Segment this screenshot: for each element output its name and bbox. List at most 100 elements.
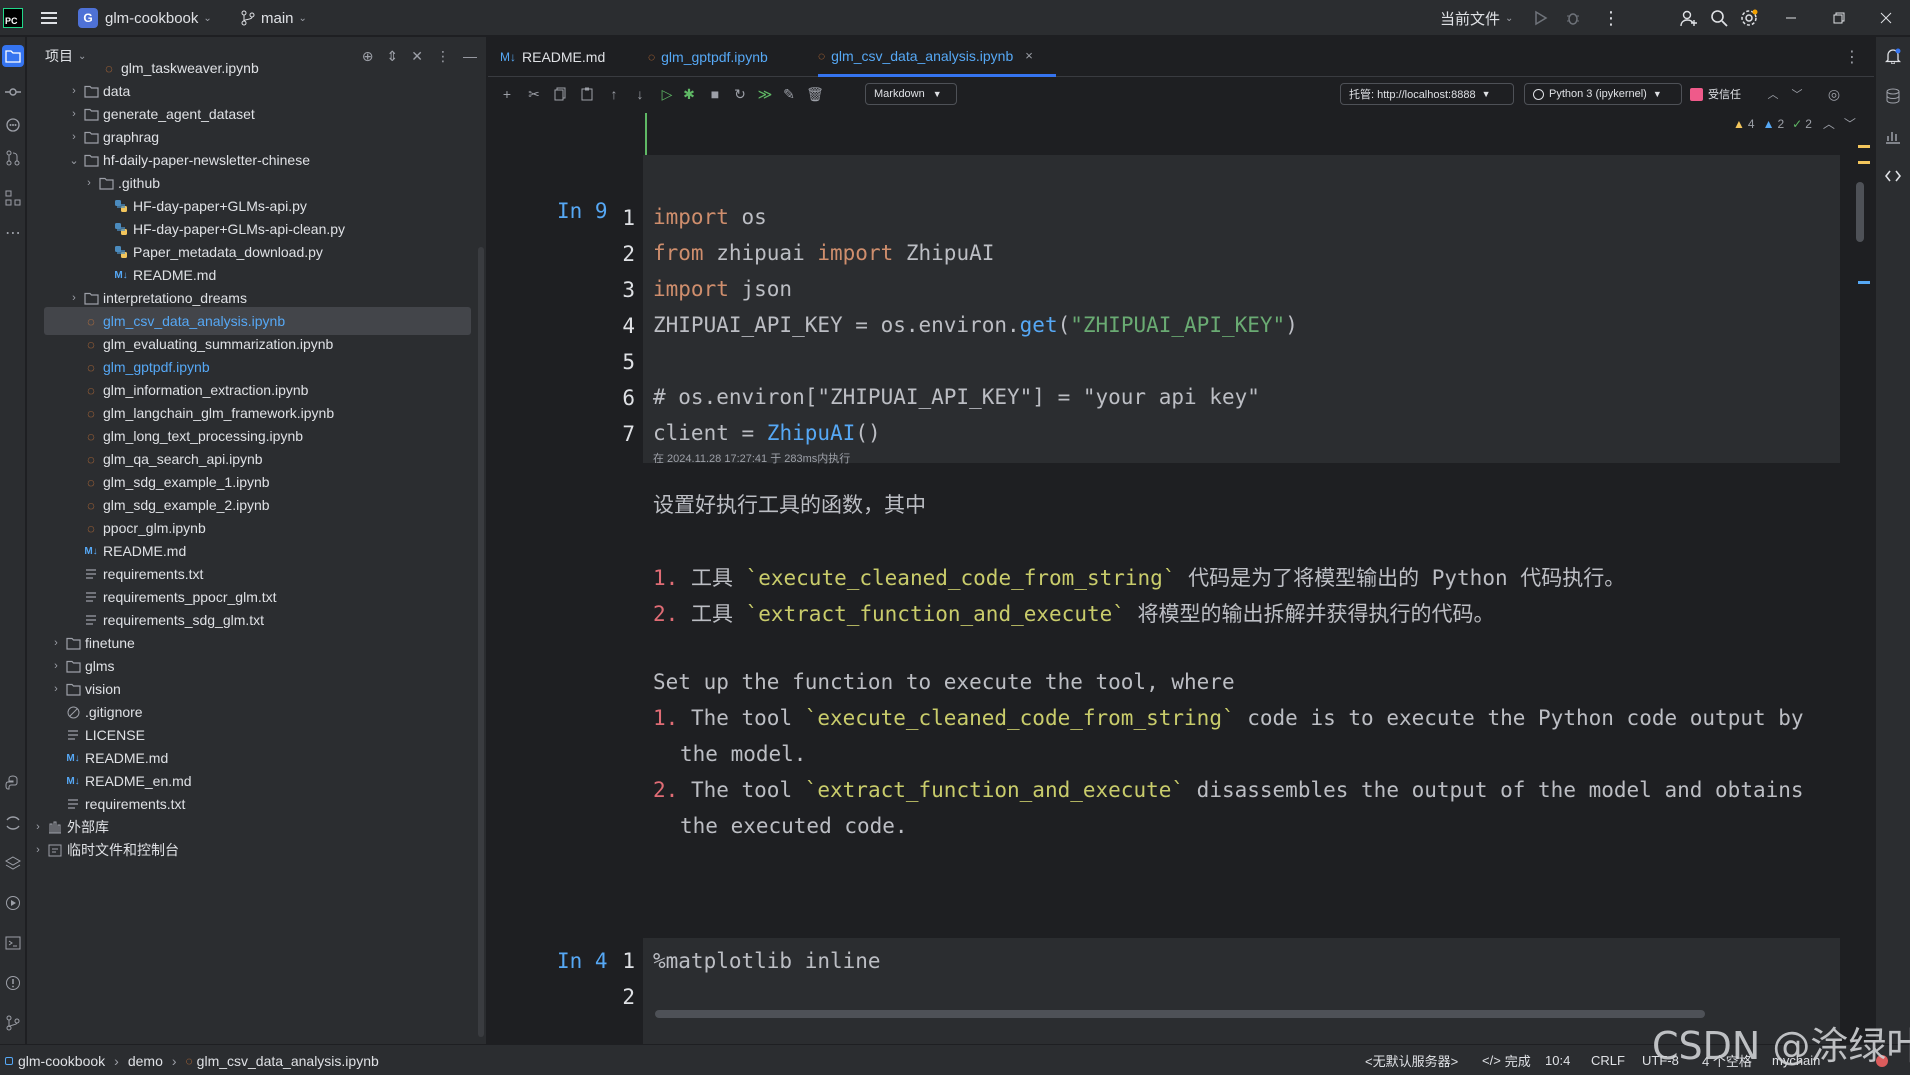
trusted-indicator[interactable]: 受信任: [1690, 86, 1741, 102]
database-button[interactable]: [1882, 85, 1904, 107]
run-all-icon[interactable]: ≫: [756, 85, 774, 103]
horizontal-scrollbar[interactable]: [655, 1010, 1705, 1018]
more-actions-button[interactable]: ⋮: [1602, 0, 1620, 36]
services-tool-button[interactable]: [2, 892, 24, 914]
code-brackets-icon: [1885, 170, 1901, 182]
chevron-right-icon[interactable]: ›: [49, 683, 63, 695]
inspection-widget[interactable]: ▲ 4 ▲ 2 ✓ 2 ︿ ﹀: [1733, 115, 1856, 132]
run-config-selector[interactable]: 当前文件 ⌄: [1440, 0, 1513, 36]
trusted-icon: [1690, 87, 1703, 101]
pull-requests-tool-button[interactable]: [2, 147, 24, 169]
jupyter-server-select[interactable]: 托管: http://localhost:8888 ▼: [1340, 83, 1514, 105]
chevron-right-icon[interactable]: ›: [49, 660, 63, 672]
clear-outputs-icon[interactable]: ✎: [780, 85, 798, 103]
paste-icon[interactable]: [578, 85, 596, 103]
stop-icon[interactable]: ■: [706, 85, 724, 103]
debug-button[interactable]: [1565, 0, 1581, 36]
breadcrumb-project[interactable]: glm-cookbook: [18, 1053, 105, 1069]
chevron-right-icon[interactable]: ›: [67, 108, 81, 120]
chevron-right-icon[interactable]: ›: [31, 821, 45, 833]
warning-marker[interactable]: [1858, 145, 1870, 148]
line-number: 3: [622, 278, 635, 302]
more-tools-button[interactable]: ⋯: [2, 222, 24, 244]
plugins-tool-button[interactable]: [2, 114, 24, 136]
cell-type-select[interactable]: Markdown ▼: [865, 83, 957, 105]
branch-switcher[interactable]: main ⌄: [240, 0, 307, 36]
run-cell-icon[interactable]: ▷: [658, 85, 676, 103]
chevron-right-icon[interactable]: ›: [67, 131, 81, 143]
layers-tool-button[interactable]: [2, 852, 24, 874]
globe-icon[interactable]: ◎: [1825, 85, 1843, 103]
chevron-up-icon[interactable]: ︿: [1823, 115, 1835, 132]
move-down-icon[interactable]: ↓: [631, 85, 649, 103]
problems-tool-button[interactable]: [2, 972, 24, 994]
kernel-select[interactable]: Python 3 (ipykernel) ▼: [1524, 83, 1682, 105]
add-user-button[interactable]: [1680, 0, 1698, 36]
add-cell-icon[interactable]: +: [498, 85, 516, 103]
commit-icon: [5, 88, 21, 96]
notebook-icon: ◌: [648, 50, 656, 64]
chevron-right-icon[interactable]: ›: [49, 637, 63, 649]
debug-cell-icon[interactable]: ✱: [680, 85, 698, 103]
close-button[interactable]: [1880, 0, 1892, 36]
restore-button[interactable]: [1833, 0, 1845, 36]
chevron-down-icon: ▼: [932, 89, 942, 99]
tree-item-label: 临时文件和控制台: [67, 842, 179, 858]
code-brackets-icon: </>: [1482, 1053, 1501, 1068]
structure-tool-button[interactable]: [2, 187, 24, 209]
ai-assistant-button[interactable]: [1882, 165, 1904, 187]
chevron-right-icon[interactable]: ›: [82, 177, 96, 189]
editor-scrollbar[interactable]: [1856, 182, 1864, 242]
chevron-down-icon[interactable]: ⌄: [67, 154, 81, 167]
tab-label: README.md: [522, 49, 606, 65]
chevron-right-icon[interactable]: ›: [67, 292, 81, 304]
search-button[interactable]: [1710, 0, 1728, 36]
chevron-right-icon[interactable]: ›: [67, 85, 81, 97]
trusted-label: 受信任: [1708, 89, 1741, 101]
sciview-button[interactable]: [1882, 125, 1904, 147]
project-switcher[interactable]: G glm-cookbook ⌄: [78, 0, 212, 36]
settings-button[interactable]: [1740, 0, 1758, 36]
info-marker[interactable]: [1858, 281, 1870, 284]
chevron-right-icon[interactable]: ›: [31, 844, 45, 856]
tab-glm-csv-data-analysis[interactable]: ◌ glm_csv_data_analysis.ipynb ×: [818, 37, 1056, 77]
run-button[interactable]: [1532, 0, 1548, 36]
prev-cell-icon[interactable]: ︿: [1764, 85, 1782, 103]
restart-kernel-icon[interactable]: ↻: [731, 85, 749, 103]
code-token: ZhipuAI: [766, 421, 856, 445]
warning-marker[interactable]: [1858, 161, 1870, 164]
tab-options-icon[interactable]: ⋮: [1844, 47, 1860, 67]
commit-tool-button[interactable]: [2, 81, 24, 103]
python-file-icon: [115, 200, 127, 212]
chevron-down-icon[interactable]: ﹀: [1844, 115, 1856, 132]
notebook-toolbar: + ✂ ↑ ↓ ▷ ✱ ■ ↻ ≫ ✎ 🗑 Markdown ▼ 托管: htt…: [488, 77, 1874, 111]
tab-glm-gptpdf[interactable]: ◌ glm_gptpdf.ipynb: [648, 37, 788, 77]
ai-status[interactable]: </> 完成: [1482, 1045, 1531, 1075]
tree-item-icon: [47, 842, 63, 858]
move-up-icon[interactable]: ↑: [605, 85, 623, 103]
minimize-button[interactable]: [1785, 0, 1797, 36]
cursor-position[interactable]: 10:4: [1545, 1045, 1570, 1075]
tree-item-label: Paper_metadata_download.py: [133, 244, 323, 260]
tab-readme[interactable]: M↓ README.md: [500, 37, 618, 77]
git-tool-button[interactable]: [2, 1012, 24, 1034]
main-menu-button[interactable]: [40, 0, 58, 36]
python-packages-tool-button[interactable]: [2, 772, 24, 794]
breadcrumb-folder[interactable]: demo: [128, 1053, 163, 1069]
terminal-tool-button[interactable]: [2, 932, 24, 954]
md-en-item-2: 2. The tool `extract_function_and_execut…: [653, 778, 1804, 802]
cut-icon[interactable]: ✂: [525, 85, 543, 103]
breadcrumb-file[interactable]: glm_csv_data_analysis.ipynb: [197, 1053, 379, 1069]
delete-cell-icon[interactable]: 🗑: [806, 85, 824, 103]
app-logo[interactable]: PC: [3, 0, 23, 36]
line-separator[interactable]: CRLF: [1591, 1045, 1625, 1075]
notifications-button[interactable]: [1882, 45, 1904, 67]
close-tab-icon[interactable]: ×: [1025, 48, 1033, 63]
project-tool-button[interactable]: [2, 45, 24, 67]
tree-file[interactable]: › 临时文件和控制台: [27, 836, 471, 864]
server-status[interactable]: <无默认服务器>: [1365, 1045, 1458, 1075]
copy-icon[interactable]: [551, 85, 569, 103]
jupyter-tool-button[interactable]: [2, 812, 24, 834]
project-scrollbar[interactable]: [478, 247, 484, 1037]
next-cell-icon[interactable]: ﹀: [1788, 85, 1806, 103]
